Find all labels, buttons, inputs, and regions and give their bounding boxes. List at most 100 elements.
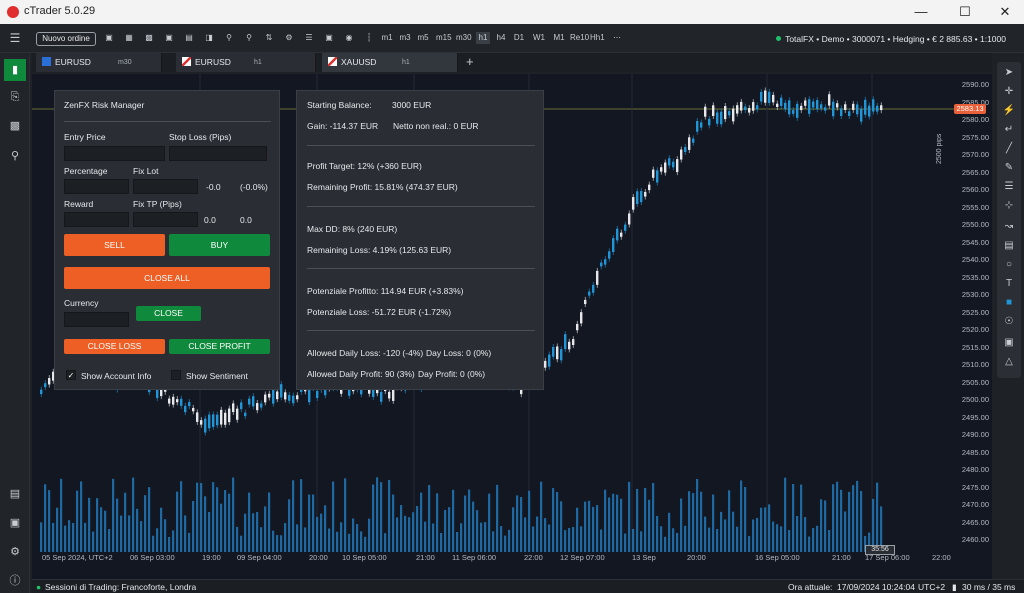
- price-tick: 2505.00: [961, 377, 989, 387]
- copy-icon[interactable]: ⎘: [8, 90, 22, 104]
- close-loss-button[interactable]: CLOSE LOSS: [64, 339, 165, 354]
- candle: [216, 414, 219, 426]
- store-icon[interactable]: ▤: [8, 487, 22, 501]
- volume-bar: [300, 479, 303, 552]
- split-icon[interactable]: ▤: [182, 32, 196, 44]
- zoom-out-icon[interactable]: ⚲: [242, 32, 256, 44]
- tf-mn1[interactable]: M1: [552, 32, 566, 44]
- tf-renko[interactable]: Re10: [570, 32, 589, 44]
- wallet-icon[interactable]: ▣: [8, 516, 22, 530]
- camera-icon[interactable]: ▣: [1002, 336, 1016, 350]
- pitchfork-icon[interactable]: ⊹: [1002, 199, 1016, 213]
- volume-bar: [804, 517, 807, 552]
- fix-tp-input[interactable]: [133, 212, 198, 227]
- account-info[interactable]: TotalFX • Demo • 3000071 • Hedging • € 2…: [776, 34, 1006, 44]
- close-all-button[interactable]: CLOSE ALL: [64, 267, 270, 289]
- tf-m3[interactable]: m3: [398, 32, 412, 44]
- add-tab-icon[interactable]: +: [466, 54, 474, 69]
- layers-icon[interactable]: ▣: [322, 32, 336, 44]
- volume-bar: [532, 526, 535, 552]
- tf-h1[interactable]: h1: [476, 32, 490, 44]
- ruler-icon[interactable]: ┆: [362, 32, 376, 44]
- close-button[interactable]: CLOSE: [136, 306, 201, 321]
- volume-bar: [396, 517, 399, 552]
- volume-bar: [824, 500, 827, 552]
- text-icon[interactable]: T: [1002, 277, 1016, 291]
- volume-bar: [756, 517, 759, 552]
- time-axis[interactable]: 05 Sep 2024, UTC+2 06 Sep 03:00 19:00 09 Se…: [32, 550, 955, 564]
- sell-button[interactable]: SELL: [64, 234, 165, 256]
- chart-type-icon[interactable]: ▣: [102, 32, 116, 44]
- screenshot-icon[interactable]: ◨: [202, 32, 216, 44]
- show-account-checkbox[interactable]: ✓: [66, 370, 76, 380]
- candle: [560, 349, 563, 361]
- percentage-input[interactable]: [64, 179, 129, 194]
- settings-icon[interactable]: ⚙: [8, 545, 22, 559]
- tf-m15[interactable]: m15: [436, 32, 452, 44]
- tf-m5[interactable]: m5: [416, 32, 430, 44]
- tf-h4[interactable]: h4: [494, 32, 508, 44]
- close-profit-button[interactable]: CLOSE PROFIT: [169, 339, 270, 354]
- crosshair-icon[interactable]: ✛: [1002, 85, 1016, 99]
- currency-input[interactable]: [64, 312, 129, 327]
- grid-icon[interactable]: ▩: [142, 32, 156, 44]
- tf-heikin[interactable]: Hh1: [590, 32, 605, 44]
- tab-eurusd-h1[interactable]: EURUSD h1: [176, 53, 316, 72]
- tf-d1[interactable]: D1: [512, 32, 526, 44]
- tab-timeframe: h1: [254, 59, 262, 66]
- fibonacci-icon[interactable]: ☰: [1002, 180, 1016, 194]
- candle: [248, 398, 251, 405]
- menu-icon[interactable]: ☰: [8, 32, 22, 44]
- starting-balance-value: 3000 EUR: [392, 100, 432, 110]
- bell-icon[interactable]: [1002, 356, 1016, 370]
- ellipse-icon[interactable]: ○: [1002, 258, 1016, 272]
- volume-bar: [540, 481, 543, 552]
- price-axis[interactable]: 2590.00 2585.00 2580.00 2575.00 2570.00 2565.…: [955, 74, 992, 554]
- eye-icon[interactable]: ◉: [342, 32, 356, 44]
- tab-eurusd-m30[interactable]: EURUSD m30: [36, 53, 162, 72]
- window-icon[interactable]: ▣: [162, 32, 176, 44]
- minimize-button[interactable]: —: [906, 2, 936, 22]
- ctrader-logo-icon: [7, 6, 19, 18]
- measure-icon[interactable]: ↵: [1002, 123, 1016, 137]
- lightning-icon[interactable]: ⚡: [1002, 104, 1016, 118]
- show-sentiment-checkbox[interactable]: [171, 370, 181, 380]
- stop-loss-input[interactable]: [169, 146, 267, 161]
- price-tick: 2570.00: [961, 150, 989, 159]
- candle: [388, 391, 391, 399]
- maximize-button[interactable]: ☐: [950, 2, 980, 22]
- volume-bar: [304, 527, 307, 552]
- line-icon[interactable]: ╱: [1002, 142, 1016, 156]
- zoom-in-icon[interactable]: ⚲: [222, 32, 236, 44]
- analyze-icon[interactable]: ⚲: [8, 149, 22, 163]
- reward-value-2: 0.0: [240, 215, 252, 225]
- templates-icon[interactable]: ☰: [302, 32, 316, 44]
- candle: [272, 389, 275, 404]
- fix-lot-input[interactable]: [133, 179, 198, 194]
- tf-m30[interactable]: m30: [456, 32, 472, 44]
- pen-icon[interactable]: ✎: [1002, 161, 1016, 175]
- trade-icon[interactable]: ▮: [4, 59, 26, 81]
- channel-icon[interactable]: ▤: [1002, 239, 1016, 253]
- new-order-button[interactable]: Nuovo ordine: [36, 32, 96, 46]
- close-window-button[interactable]: ✕: [990, 2, 1020, 22]
- pin-icon[interactable]: ☉: [1002, 315, 1016, 329]
- tab-xauusd-h1[interactable]: XAUUSD h1: [322, 53, 458, 72]
- more-icon[interactable]: ⋯: [610, 32, 624, 44]
- entry-price-input[interactable]: [64, 146, 165, 161]
- timezone[interactable]: UTC+2: [918, 582, 945, 592]
- rectangle-icon[interactable]: ■: [1002, 296, 1016, 310]
- robot-icon[interactable]: ▩: [8, 119, 22, 133]
- tf-w1[interactable]: W1: [532, 32, 546, 44]
- help-icon[interactable]: ⓘ: [8, 574, 22, 588]
- cursor-icon[interactable]: ➤: [1002, 66, 1016, 80]
- pattern-icon[interactable]: ↝: [1002, 220, 1016, 234]
- indicators-icon[interactable]: ⇅: [262, 32, 276, 44]
- volume-bar: [124, 492, 127, 552]
- reward-input[interactable]: [64, 212, 129, 227]
- cbot-icon[interactable]: ⚙: [282, 32, 296, 44]
- tf-m1[interactable]: m1: [380, 32, 394, 44]
- volume-bar: [180, 481, 183, 552]
- buy-button[interactable]: BUY: [169, 234, 270, 256]
- layout-icon[interactable]: ▦: [122, 32, 136, 44]
